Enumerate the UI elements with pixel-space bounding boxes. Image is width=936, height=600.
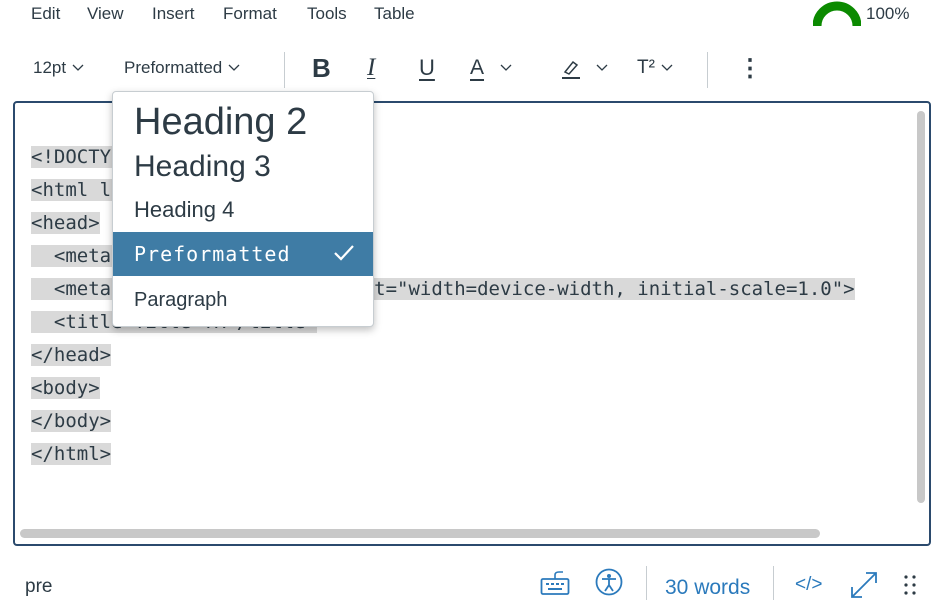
italic-icon: I [367,54,376,81]
menu-item-label: Preformatted [134,242,291,266]
status-divider [646,566,647,600]
menu-edit[interactable]: Edit [31,4,60,24]
menu-item-heading-4[interactable]: Heading 4 [113,190,373,230]
vertical-scrollbar[interactable] [917,111,925,503]
bold-icon: B [312,52,331,83]
menu-item-paragraph[interactable]: Paragraph [113,278,373,322]
menu-table[interactable]: Table [374,4,415,24]
bold-button[interactable]: B [312,48,331,88]
toolbar-divider [284,52,285,88]
menu-view[interactable]: View [87,4,124,24]
text-color-icon: A [470,56,485,79]
menu-format[interactable]: Format [223,4,277,24]
accessibility-score-gauge-icon[interactable] [813,0,861,26]
highlighter-icon [562,60,580,79]
code-line: </head> [31,344,112,366]
checkmark-icon [334,245,354,261]
superscript-button[interactable]: T² [637,48,673,88]
underline-icon: U [419,55,435,80]
code-line: </html> [31,443,112,465]
chevron-down-icon [72,64,84,71]
block-format-value: Preformatted [124,58,223,77]
code-line: </body> [31,410,112,432]
chevron-down-icon [500,64,512,71]
horizontal-scrollbar[interactable] [20,529,820,538]
highlight-color-button[interactable] [560,48,608,88]
text-color-button[interactable]: A [470,48,512,88]
menu-item-heading-2[interactable]: Heading 2 [113,97,373,147]
block-format-select[interactable]: Preformatted [124,48,240,88]
status-divider [773,566,774,600]
more-options-button[interactable]: ⋮ [738,48,762,88]
menu-item-heading-3[interactable]: Heading 3 [113,146,373,188]
element-path[interactable]: pre [25,576,52,598]
more-vertical-icon: ⋮ [738,54,762,82]
word-count[interactable]: 30 words [665,576,750,600]
menu-item-preformatted[interactable]: Preformatted [113,232,373,276]
superscript-icon: T² [637,57,655,78]
chevron-down-icon [596,64,608,71]
menu-tools[interactable]: Tools [307,4,347,24]
italic-button[interactable]: I [367,48,375,88]
html-editor-toggle[interactable]: </> [795,574,822,596]
accessibility-score: 100% [866,4,910,23]
menubar: Edit View Insert Format Tools Table 100% [0,0,936,32]
code-line: <body> [31,377,100,399]
chevron-down-icon [228,64,240,71]
chevron-down-icon [661,64,673,71]
font-size-select[interactable]: 12pt [33,48,84,88]
fullscreen-icon[interactable] [849,570,879,600]
status-bar: pre 30 words </> [0,560,936,600]
toolbar: 12pt Preformatted B I U A T² ⋮ [0,48,936,88]
toolbar-divider [707,52,708,88]
block-format-menu: Heading 2 Heading 3 Heading 4 Preformatt… [112,91,374,327]
keyboard-shortcuts-icon[interactable] [540,568,570,596]
menu-insert[interactable]: Insert [152,4,195,24]
underline-button[interactable]: U [419,48,435,88]
accessibility-checker-icon[interactable] [595,568,623,596]
resize-handle-icon[interactable] [903,574,917,596]
font-size-value: 12pt [33,58,67,77]
